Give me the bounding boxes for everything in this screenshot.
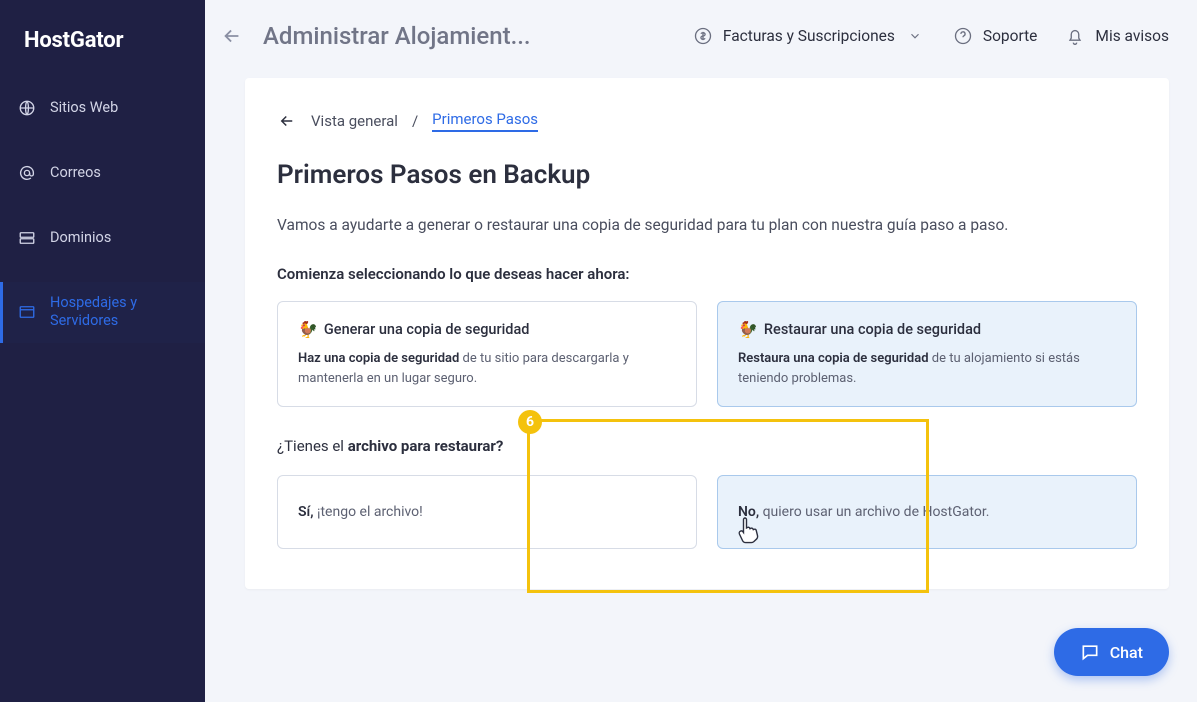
topbar: Administrar Alojamient... Facturas y Sus… [205, 0, 1197, 72]
main: Administrar Alojamient... Facturas y Sus… [205, 0, 1197, 702]
content-card: Vista general / Primeros Pasos Primeros … [245, 78, 1169, 589]
gator-icon: 🐓 [298, 320, 318, 339]
sidebar-item-label: Sitios Web [50, 99, 187, 118]
dollar-icon [693, 26, 713, 46]
bell-icon [1065, 26, 1085, 46]
window-icon [18, 303, 36, 321]
chat-icon [1080, 642, 1100, 662]
answer-yes-have-file[interactable]: Sí, ¡tengo el archivo! [277, 475, 697, 549]
option-title: Generar una copia de seguridad [324, 321, 530, 338]
option-desc: Restaura una copia de seguridad de tu al… [738, 349, 1116, 388]
sidebar-item-dominios[interactable]: Dominios [0, 217, 205, 260]
chevron-down-icon [905, 26, 925, 46]
action-options: 🐓 Generar una copia de seguridad Haz una… [277, 301, 1137, 407]
option-title: Restaurar una copia de seguridad [764, 321, 981, 338]
sidebar-item-sitios-web[interactable]: Sitios Web [0, 87, 205, 130]
breadcrumb-back-button[interactable] [277, 111, 297, 131]
option-generate-backup[interactable]: 🐓 Generar una copia de seguridad Haz una… [277, 301, 697, 407]
sidebar-item-correos[interactable]: Correos [0, 152, 205, 195]
restore-file-question: ¿Tienes el archivo para restaurar? [277, 437, 1137, 455]
option-restore-backup[interactable]: 🐓 Restaurar una copia de seguridad Resta… [717, 301, 1137, 407]
sidebar-item-label: Dominios [50, 229, 187, 248]
chat-button-label: Chat [1110, 643, 1143, 662]
page-description: Vamos a ayudarte a generar o restaurar u… [277, 214, 1137, 237]
chat-button[interactable]: Chat [1054, 628, 1169, 676]
sidebar-nav: Sitios Web Correos Dominios Hospedajes y… [0, 87, 205, 365]
option-desc: Haz una copia de seguridad de tu sitio p… [298, 349, 676, 388]
breadcrumb-separator: / [412, 112, 418, 130]
topbar-billing[interactable]: Facturas y Suscripciones [693, 26, 925, 46]
answer-options: Sí, ¡tengo el archivo! No, quiero usar u… [277, 475, 1137, 549]
breadcrumb-current: Primeros Pasos [432, 110, 538, 132]
sidebar-item-hospedajes[interactable]: Hospedajes y Servidores [0, 282, 205, 344]
sidebar: HostGator Sitios Web Correos Dominios [0, 0, 205, 702]
sidebar-item-label: Hospedajes y Servidores [50, 294, 187, 332]
globe-icon [18, 99, 36, 117]
breadcrumb-root[interactable]: Vista general [311, 112, 398, 130]
help-icon [953, 26, 973, 46]
topbar-notices-label: Mis avisos [1095, 27, 1169, 45]
topbar-notices[interactable]: Mis avisos [1065, 26, 1169, 46]
page-title: Primeros Pasos en Backup [277, 160, 1137, 190]
server-icon [18, 229, 36, 247]
breadcrumb: Vista general / Primeros Pasos [277, 110, 1137, 132]
topbar-billing-label: Facturas y Suscripciones [723, 27, 895, 45]
gator-icon: 🐓 [738, 320, 758, 339]
answer-no-use-hostgator[interactable]: No, quiero usar un archivo de HostGator. [717, 475, 1137, 549]
topbar-support[interactable]: Soporte [953, 26, 1038, 46]
at-icon [18, 164, 36, 182]
page-context-title: Administrar Alojamient... [263, 22, 531, 50]
tutorial-step-badge: 6 [518, 410, 542, 434]
topbar-back-button[interactable] [215, 19, 249, 53]
topbar-support-label: Soporte [983, 27, 1038, 45]
brand-logo: HostGator [0, 0, 205, 87]
sidebar-item-label: Correos [50, 164, 187, 183]
section-lead: Comienza seleccionando lo que deseas hac… [277, 265, 1137, 283]
